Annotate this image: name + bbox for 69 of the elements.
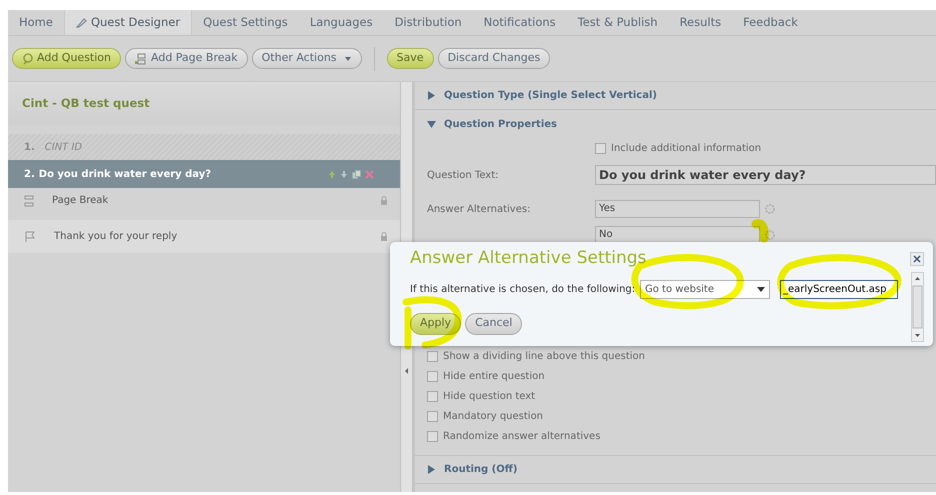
flag-icon <box>24 230 36 242</box>
item-text: CINT ID <box>44 140 84 154</box>
question-list-item[interactable]: 2. Do you drink water every day? <box>8 160 400 188</box>
copy-icon <box>352 170 361 178</box>
toolbar-button[interactable]: Add Page Break <box>125 48 248 69</box>
checkbox-label: Randomize answer alternatives <box>443 430 600 444</box>
gear-icon[interactable] <box>764 203 776 215</box>
page-break-icon <box>24 194 34 206</box>
expand-arrow-icon <box>427 91 436 100</box>
nav-tab[interactable]: Quest Settings <box>192 10 299 35</box>
pencil-icon <box>76 17 87 28</box>
question-list-item[interactable]: Thank you for your reply <box>8 220 400 253</box>
checkbox[interactable] <box>595 142 606 154</box>
section-header[interactable]: Routing (Off) <box>415 456 936 484</box>
nav-tab[interactable]: Distribution <box>384 10 473 35</box>
checkbox-label: Hide question text <box>443 390 536 404</box>
nav-tab[interactable]: Quest Designer <box>64 10 192 35</box>
collapse-icon[interactable] <box>404 367 409 375</box>
question-list-item[interactable]: 1. CINT ID <box>8 134 400 160</box>
checkbox[interactable] <box>427 370 438 382</box>
lock-icon <box>380 232 388 242</box>
nav-tab[interactable]: Test & Publish <box>566 10 669 35</box>
arrow-up-icon <box>328 170 336 178</box>
toolbar-button[interactable]: Discard Changes <box>438 48 550 69</box>
checkbox-label: Mandatory question <box>443 410 544 424</box>
close-icon <box>913 255 921 263</box>
toolbar-button[interactable]: Save <box>386 48 434 69</box>
answer-field[interactable]: Yes <box>595 200 760 218</box>
checkbox-label: Hide entire question <box>443 370 545 384</box>
scrollbar-icon[interactable] <box>911 272 924 342</box>
collapse-arrow-icon <box>427 120 436 128</box>
highlighter-mark <box>402 296 462 350</box>
toolbar-button[interactable]: Add Question <box>12 48 121 69</box>
item-text: Page Break <box>51 194 110 208</box>
item-text: Thank you for your reply <box>53 230 178 244</box>
field-label: Answer Alternatives: <box>427 202 532 216</box>
checkbox[interactable] <box>427 390 438 402</box>
page-break-icon <box>135 52 147 64</box>
highlighter-mark <box>752 219 769 242</box>
dialog-prompt: If this alternative is chosen, do the following: <box>410 282 636 296</box>
action-select[interactable]: Go to website <box>640 280 770 298</box>
nav-tab[interactable]: Notifications <box>472 10 567 35</box>
lock-icon <box>380 196 388 206</box>
dropdown-button[interactable]: Other Actions <box>252 48 362 69</box>
question-number: 2. <box>24 168 35 182</box>
close-button[interactable] <box>910 252 924 266</box>
delete-icon <box>365 170 374 178</box>
question-number: 1. <box>24 140 35 154</box>
dialog-title: Answer Alternative Settings <box>410 247 648 270</box>
dialog-button[interactable]: Cancel <box>465 312 522 334</box>
section-header[interactable]: Question Properties <box>415 110 936 138</box>
nav-tab[interactable]: Languages <box>298 10 384 35</box>
question-list-item[interactable]: Page Break <box>8 188 400 213</box>
questionnaire-title: Cint - QB test quest <box>22 95 150 112</box>
checkbox-label: Include additional information <box>611 142 762 156</box>
checkbox[interactable] <box>427 430 438 442</box>
checkbox-label: Show a dividing line above this question <box>443 350 645 364</box>
caret-icon <box>757 286 765 292</box>
nav-tab[interactable]: Feedback <box>732 10 809 35</box>
nav-tab[interactable]: Home <box>8 10 64 35</box>
checkbox[interactable] <box>427 410 438 422</box>
item-text: Do you drink water every day? <box>38 168 212 182</box>
section-header[interactable]: Question Type (Single Select Vertical) <box>415 82 936 110</box>
arrow-down-icon <box>340 170 348 178</box>
question-text-field[interactable]: Do you drink water every day? <box>595 165 936 185</box>
checkbox[interactable] <box>427 350 438 362</box>
nav-tab[interactable]: Results <box>668 10 732 35</box>
field-label: Question Text: <box>427 168 500 182</box>
expand-arrow-icon <box>427 465 436 474</box>
